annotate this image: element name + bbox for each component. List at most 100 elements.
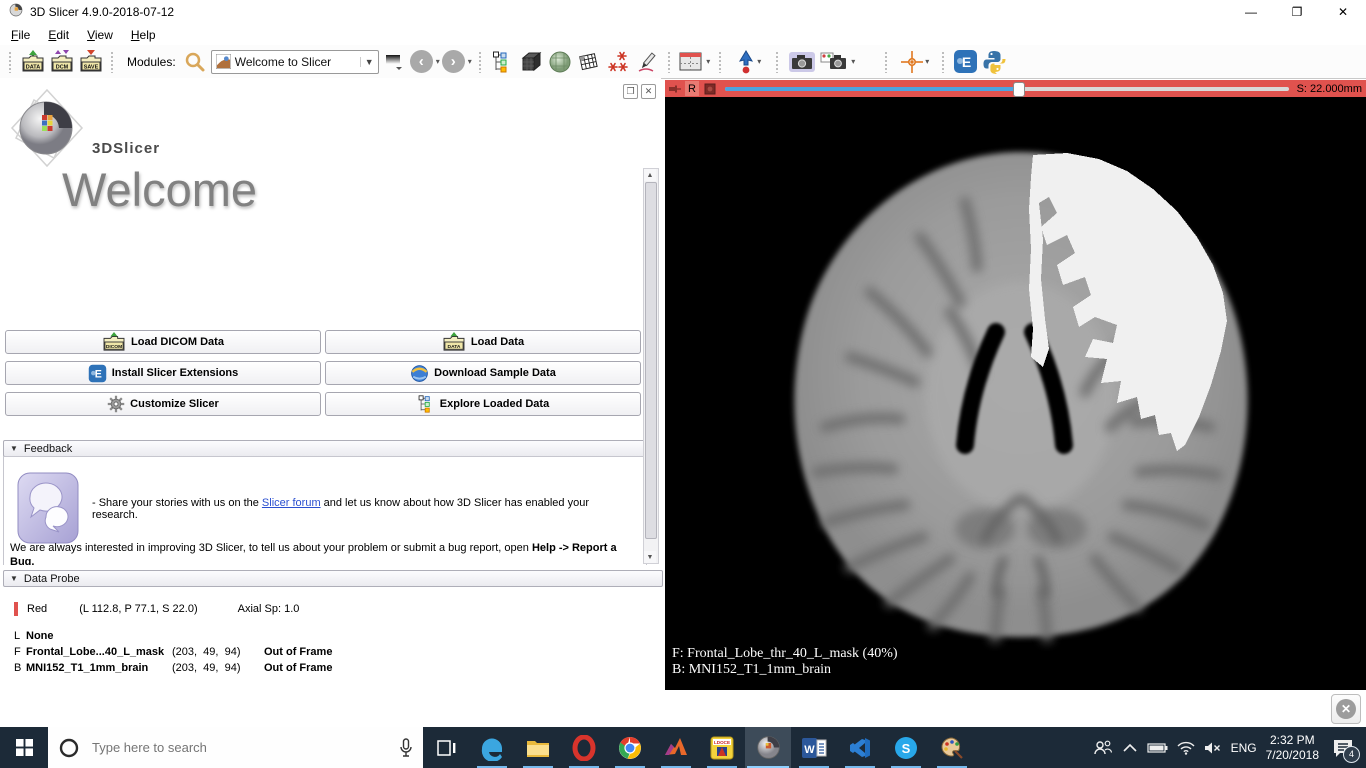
taskbar-app-word[interactable]: W: [791, 727, 837, 768]
module-search-icon[interactable]: [182, 48, 209, 75]
toolbar-drag-handle[interactable]: [667, 51, 672, 73]
scene-views-camera-icon[interactable]: ▾: [820, 48, 856, 75]
load-data-button[interactable]: DATA Load Data: [325, 330, 641, 354]
taskbar-app-matlab[interactable]: [653, 727, 699, 768]
battery-icon[interactable]: [1147, 742, 1168, 754]
restore-button[interactable]: ❐: [1274, 0, 1320, 24]
desktop: 3D Slicer 4.9.0-2018-07-12 — ❐ ✕ File Ed…: [0, 0, 1366, 768]
start-button[interactable]: [0, 727, 48, 768]
menu-edit[interactable]: Edit: [39, 26, 78, 44]
taskbar-search-box[interactable]: [48, 727, 423, 768]
time: 2:32 PM: [1266, 733, 1319, 748]
markups-fiducial-icon[interactable]: [605, 48, 632, 75]
svg-text:SAVE: SAVE: [83, 64, 98, 70]
status-bar: ✕: [0, 690, 1366, 727]
menu-view[interactable]: View: [78, 26, 122, 44]
slice-view-name: Red: [27, 603, 47, 615]
load-data-button[interactable]: DATA: [19, 48, 46, 75]
volume-muted-icon[interactable]: [1204, 741, 1222, 755]
data-probe-header[interactable]: ▼ Data Probe: [3, 570, 663, 587]
feedback-section-header[interactable]: ▼ Feedback: [3, 440, 653, 457]
models-sphere-icon[interactable]: [547, 48, 574, 75]
panel-scrollbar[interactable]: ▲ ▼: [643, 168, 659, 564]
language-indicator[interactable]: ENG: [1231, 741, 1257, 755]
module-back-button[interactable]: ‹: [410, 50, 433, 73]
action-center-button[interactable]: 4: [1328, 733, 1358, 763]
taskbar-app-paint[interactable]: [929, 727, 975, 768]
mouse-interaction-mode[interactable]: ▾: [729, 48, 769, 75]
taskbar-app-vscode[interactable]: [837, 727, 883, 768]
chevron-down-icon[interactable]: ▾: [468, 57, 472, 66]
slice-slider-handle[interactable]: [1013, 82, 1025, 97]
annotations-pen-icon[interactable]: [634, 48, 661, 75]
module-forward-button[interactable]: ›: [442, 50, 465, 73]
extensions-manager-icon[interactable]: E: [952, 48, 979, 75]
toolbar-drag-handle[interactable]: [884, 51, 889, 73]
layout-selector[interactable]: ▾: [678, 48, 712, 75]
taskbar-app-slicer[interactable]: [745, 727, 791, 768]
panel-close-icon[interactable]: ✕: [641, 84, 656, 99]
module-history-menu[interactable]: [381, 48, 408, 75]
close-button[interactable]: ✕: [1320, 0, 1366, 24]
panel-float-icon[interactable]: ❐: [623, 84, 638, 99]
load-dicom-button[interactable]: DCM: [48, 48, 75, 75]
svg-text:DICOM: DICOM: [106, 344, 122, 350]
screenshot-camera-icon[interactable]: [786, 48, 818, 75]
slice-offset-slider[interactable]: [725, 80, 1289, 97]
taskbar-app-file-explorer[interactable]: [515, 727, 561, 768]
install-extensions-button[interactable]: E Install Slicer Extensions: [5, 361, 321, 385]
load-dicom-data-button[interactable]: DICOM Load DICOM Data: [5, 330, 321, 354]
layer-status: Out of Frame: [264, 662, 332, 674]
people-icon[interactable]: [1093, 739, 1113, 757]
clock[interactable]: 2:32 PM 7/20/2018: [1266, 733, 1319, 763]
task-view-button[interactable]: [423, 727, 469, 768]
toolbar-drag-handle[interactable]: [110, 51, 115, 73]
wifi-icon[interactable]: [1177, 741, 1195, 755]
customize-slicer-button[interactable]: Customize Slicer: [5, 392, 321, 416]
toolbar-drag-handle[interactable]: [775, 51, 780, 73]
taskbar-app-edge[interactable]: [469, 727, 515, 768]
save-button[interactable]: SAVE: [77, 48, 104, 75]
taskbar-app-ldoce[interactable]: LDOCE: [699, 727, 745, 768]
download-sample-data-button[interactable]: Download Sample Data: [325, 361, 641, 385]
microphone-icon[interactable]: [399, 738, 413, 758]
pin-icon[interactable]: [668, 82, 682, 96]
subject-hierarchy-icon[interactable]: [489, 48, 516, 75]
python-console-icon[interactable]: [981, 48, 1008, 75]
scrollbar-thumb[interactable]: [645, 182, 657, 539]
search-input[interactable]: [90, 739, 389, 756]
button-label: Load Data: [471, 336, 524, 348]
vscode-icon: [847, 735, 873, 761]
toolbar-drag-handle[interactable]: [478, 51, 483, 73]
module-selector[interactable]: Welcome to Slicer ▼: [211, 50, 379, 74]
scroll-down-icon[interactable]: ▼: [644, 551, 656, 563]
button-label: Install Slicer Extensions: [112, 367, 239, 379]
tray-expand-chevron-icon[interactable]: [1122, 743, 1138, 753]
crosshair-icon[interactable]: ▾: [895, 48, 935, 75]
menu-help[interactable]: Help: [122, 26, 165, 44]
windows-taskbar: LDOCE W S ENG: [0, 727, 1366, 768]
chevron-down-icon: ▼: [360, 57, 374, 67]
transforms-grid-icon[interactable]: [576, 48, 603, 75]
menu-file[interactable]: File: [2, 26, 39, 44]
chevron-down-icon[interactable]: ▾: [436, 57, 440, 66]
toolbar-drag-handle[interactable]: [941, 51, 946, 73]
matlab-icon: [663, 735, 689, 761]
error-log-button[interactable]: ✕: [1331, 694, 1361, 724]
taskbar-app-skype[interactable]: S: [883, 727, 929, 768]
axial-brain-slice[interactable]: F: Frontal_Lobe_thr_40_L_mask (40%) B: M…: [665, 97, 1366, 690]
taskbar-app-chrome[interactable]: [607, 727, 653, 768]
window-title: 3D Slicer 4.9.0-2018-07-12: [30, 5, 174, 19]
toolbar-drag-handle[interactable]: [718, 51, 723, 73]
scroll-up-icon[interactable]: ▲: [644, 169, 656, 181]
minimize-button[interactable]: —: [1228, 0, 1274, 24]
svg-text:S: S: [902, 741, 911, 756]
slicer-forum-link[interactable]: Slicer forum: [262, 497, 321, 509]
explore-loaded-data-button[interactable]: Explore Loaded Data: [325, 392, 641, 416]
background-annotation: B: MNI152_T1_1mm_brain: [672, 662, 898, 678]
volumes-cube-icon[interactable]: [518, 48, 545, 75]
toolbar-drag-handle[interactable]: [8, 51, 13, 73]
taskbar-app-opera[interactable]: [561, 727, 607, 768]
data-folder-icon: DATA: [442, 332, 466, 352]
view-menu-icon[interactable]: [703, 82, 717, 96]
